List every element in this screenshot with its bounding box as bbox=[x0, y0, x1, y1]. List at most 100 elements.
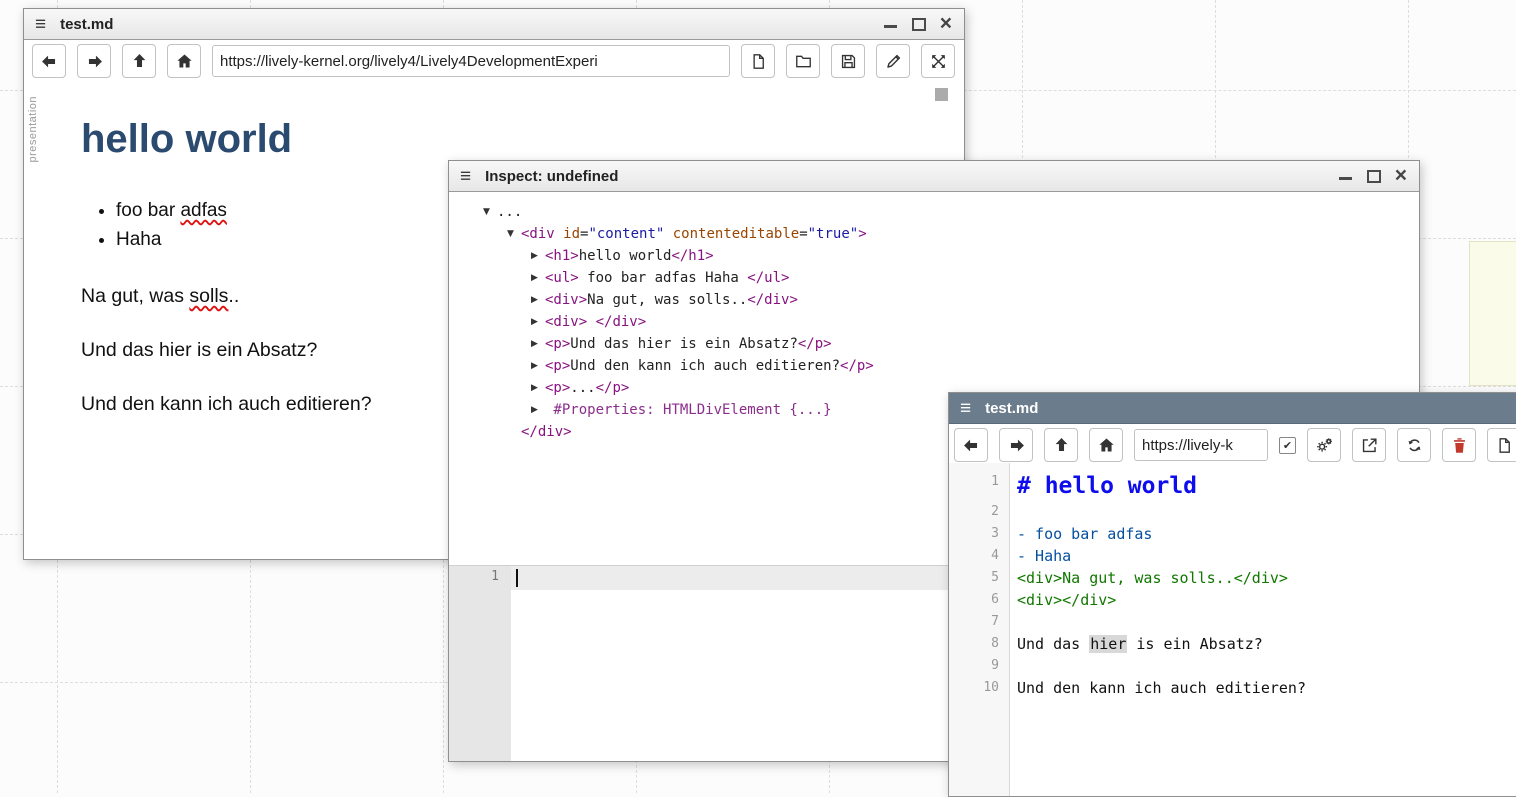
code-line bbox=[1009, 611, 1017, 633]
triangle-right-icon[interactable]: ▶ bbox=[531, 311, 545, 333]
text-run: Haha bbox=[116, 229, 161, 250]
expand-button[interactable] bbox=[921, 44, 955, 78]
menu-icon[interactable]: ≡ bbox=[460, 167, 471, 186]
new-file-icon bbox=[749, 52, 768, 71]
triangle-right-icon[interactable]: ▶ bbox=[531, 267, 545, 289]
checkbox[interactable]: ✔ bbox=[1279, 437, 1296, 454]
editor-line[interactable]: 2 bbox=[949, 501, 1516, 523]
line-number: 1 bbox=[949, 471, 1009, 501]
folder-button[interactable] bbox=[786, 44, 820, 78]
markdown-source-editor[interactable]: 1 # hello world23- foo bar adfas4- Haha5<… bbox=[949, 463, 1516, 796]
code-token: ... bbox=[570, 380, 595, 396]
window2-titlebar[interactable]: ≡ Inspect: undefined × bbox=[449, 161, 1419, 192]
triangle-right-icon[interactable]: ▶ bbox=[531, 377, 545, 399]
forward-arrow-icon bbox=[1007, 436, 1026, 455]
save-icon bbox=[839, 52, 858, 71]
triangle-right-icon[interactable]: ▶ bbox=[531, 289, 545, 311]
editor-line[interactable]: 6<div></div> bbox=[949, 589, 1516, 611]
code-token: foo bar adfas Haha bbox=[579, 270, 748, 286]
close-button[interactable]: × bbox=[1395, 169, 1407, 183]
code-token: Na gut, was solls.. bbox=[587, 292, 747, 308]
inspector-node[interactable]: ▼<div id="content" contenteditable="true… bbox=[449, 223, 1419, 245]
back-button[interactable] bbox=[954, 428, 988, 462]
maximize-button[interactable] bbox=[912, 17, 926, 31]
inspector-node[interactable]: ▶<p>Und das hier is ein Absatz?</p> bbox=[449, 333, 1419, 355]
code-token: </h1> bbox=[671, 248, 713, 264]
editor-line[interactable]: 7 bbox=[949, 611, 1516, 633]
triangle-down-icon[interactable]: ▼ bbox=[507, 223, 521, 245]
triangle-down-icon[interactable]: ▼ bbox=[483, 201, 497, 223]
code-token: <div bbox=[521, 226, 555, 242]
external-link-icon bbox=[1360, 436, 1379, 455]
line-number: 6 bbox=[949, 589, 1009, 611]
up-button[interactable] bbox=[122, 44, 156, 78]
url-input[interactable] bbox=[1134, 429, 1268, 461]
editor-line[interactable]: 1 # hello world bbox=[949, 471, 1516, 501]
minimize-button[interactable] bbox=[884, 17, 898, 31]
back-button[interactable] bbox=[32, 44, 66, 78]
open-external-button[interactable] bbox=[1352, 428, 1386, 462]
up-button[interactable] bbox=[1044, 428, 1078, 462]
preview-heading: hello world bbox=[81, 116, 964, 162]
window1-titlebar[interactable]: ≡ test.md × bbox=[24, 9, 964, 40]
line-number: 1 bbox=[449, 569, 499, 584]
code-token: <h1> bbox=[545, 248, 579, 264]
settings-button[interactable] bbox=[1307, 428, 1341, 462]
inspector-node[interactable]: ▶<p>Und den kann ich auch editieren?</p> bbox=[449, 355, 1419, 377]
code-token: <p> bbox=[545, 358, 570, 374]
triangle-right-icon[interactable]: ▶ bbox=[531, 399, 545, 421]
editor-line[interactable]: 10Und den kann ich auch editieren? bbox=[949, 677, 1516, 699]
inspector-node[interactable]: ▶<h1>hello world</h1> bbox=[449, 245, 1419, 267]
code-token: <p> bbox=[545, 380, 570, 396]
triangle-right-icon[interactable]: ▶ bbox=[531, 245, 545, 267]
reload-button[interactable] bbox=[1397, 428, 1431, 462]
forward-button[interactable] bbox=[77, 44, 111, 78]
inspector-node[interactable]: ▶<ul> foo bar adfas Haha </ul> bbox=[449, 267, 1419, 289]
edit-button[interactable] bbox=[876, 44, 910, 78]
code-token: # hello world bbox=[1017, 473, 1197, 499]
menu-icon[interactable]: ≡ bbox=[960, 399, 971, 418]
editor-line[interactable]: 5<div>Na gut, was solls..</div> bbox=[949, 567, 1516, 589]
text-run: Und das hier is ein Absatz? bbox=[81, 339, 317, 361]
code-token: </p> bbox=[798, 336, 832, 352]
editor-line[interactable]: 8Und das hier is ein Absatz? bbox=[949, 633, 1516, 655]
minimize-button[interactable] bbox=[1339, 169, 1353, 183]
code-token: "content" bbox=[588, 226, 664, 242]
menu-icon[interactable]: ≡ bbox=[35, 15, 46, 34]
inspector-node[interactable]: ▼... bbox=[449, 201, 1419, 223]
triangle-right-icon[interactable]: ▶ bbox=[531, 355, 545, 377]
forward-button[interactable] bbox=[999, 428, 1033, 462]
code-line: - Haha bbox=[1009, 545, 1071, 567]
triangle-right-icon[interactable]: ▶ bbox=[531, 333, 545, 355]
window1-toolbar bbox=[24, 40, 964, 82]
check-icon: ✔ bbox=[1283, 440, 1292, 451]
code-token: id bbox=[563, 226, 580, 242]
code-token bbox=[664, 226, 672, 242]
code-token: - foo bar adfas bbox=[1017, 525, 1152, 543]
home-button[interactable] bbox=[1089, 428, 1123, 462]
save-button[interactable] bbox=[831, 44, 865, 78]
editor-gutter bbox=[449, 566, 511, 761]
new-file-button[interactable] bbox=[741, 44, 775, 78]
new-file-button[interactable] bbox=[1487, 428, 1516, 462]
code-token: #Properties: HTMLDivElement {...} bbox=[545, 402, 832, 418]
url-input[interactable] bbox=[212, 45, 730, 77]
editor-line[interactable]: 9 bbox=[949, 655, 1516, 677]
scrollbar-thumb[interactable] bbox=[935, 88, 948, 101]
code-line: Und das hier is ein Absatz? bbox=[1009, 633, 1263, 655]
code-token: <div>Na gut, was solls..</div> bbox=[1017, 569, 1288, 587]
editor-line[interactable]: 3- foo bar adfas bbox=[949, 523, 1516, 545]
code-token: <ul> bbox=[545, 270, 579, 286]
delete-button[interactable] bbox=[1442, 428, 1476, 462]
window3-titlebar[interactable]: ≡ test.md bbox=[949, 393, 1516, 424]
line-number: 9 bbox=[949, 655, 1009, 677]
home-button[interactable] bbox=[167, 44, 201, 78]
line-number: 8 bbox=[949, 633, 1009, 655]
code-token: <div> bbox=[545, 292, 587, 308]
editor-line[interactable]: 4- Haha bbox=[949, 545, 1516, 567]
inspector-node[interactable]: ▶<div> </div> bbox=[449, 311, 1419, 333]
code-token: </div> bbox=[747, 292, 798, 308]
close-button[interactable]: × bbox=[940, 17, 952, 31]
inspector-node[interactable]: ▶<div>Na gut, was solls..</div> bbox=[449, 289, 1419, 311]
maximize-button[interactable] bbox=[1367, 169, 1381, 183]
